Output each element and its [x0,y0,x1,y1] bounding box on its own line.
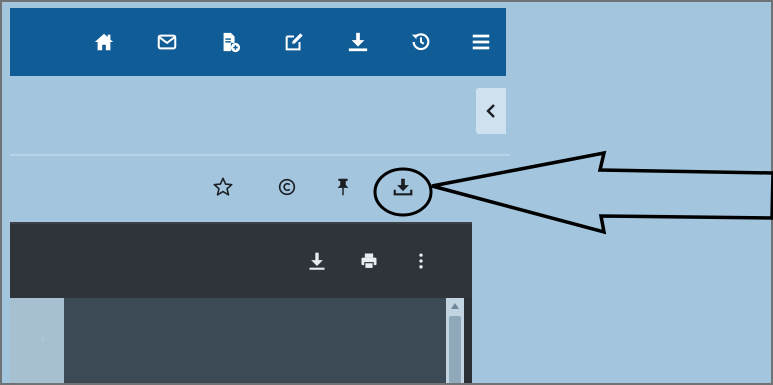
home-icon [94,33,114,51]
edit-button[interactable] [280,28,308,56]
pdf-download-button[interactable] [304,248,330,274]
toolbar-divider [10,154,510,156]
home-button[interactable] [90,28,118,56]
pdf-viewer [10,222,472,383]
history-button[interactable] [407,28,435,56]
menu-icon [472,34,490,50]
download-icon [309,252,325,270]
copyright-button[interactable] [272,172,302,202]
pin-icon [337,178,349,196]
pdf-viewer-toolbar [10,222,472,300]
pdf-page-area[interactable] [64,298,446,383]
pdf-more-button[interactable] [408,248,434,274]
scrollbar-thumb[interactable] [449,316,461,383]
pdf-thumbnail-gutter [10,298,64,383]
file-plus-icon [223,32,241,53]
star-icon [213,177,233,196]
mail-button[interactable] [153,28,181,56]
download-nav-button[interactable] [344,28,372,56]
pdf-viewer-edge [464,298,472,383]
copyright-icon [278,178,296,196]
pdf-print-button[interactable] [356,248,382,274]
chevron-left-icon [41,336,45,342]
lock-icon [460,178,474,196]
top-navbar [10,8,506,76]
sidebar-collapse-button[interactable] [476,88,506,134]
menu-button[interactable] [467,28,495,56]
scroll-up-icon[interactable] [450,302,460,310]
print-icon [361,253,377,270]
more-vertical-icon [419,253,423,269]
favorite-button[interactable] [208,172,238,202]
chevron-left-icon [486,104,495,118]
download-icon [348,32,368,52]
envelope-icon [157,34,177,50]
edit-icon [285,33,303,51]
lock-button[interactable] [452,172,482,202]
download-icon [393,178,413,196]
screenshot-frame [0,0,773,385]
history-icon [411,33,430,51]
pdf-viewer-body [10,298,472,383]
pin-button[interactable] [328,172,358,202]
download-document-button[interactable] [388,172,418,202]
new-document-button[interactable] [216,28,244,56]
